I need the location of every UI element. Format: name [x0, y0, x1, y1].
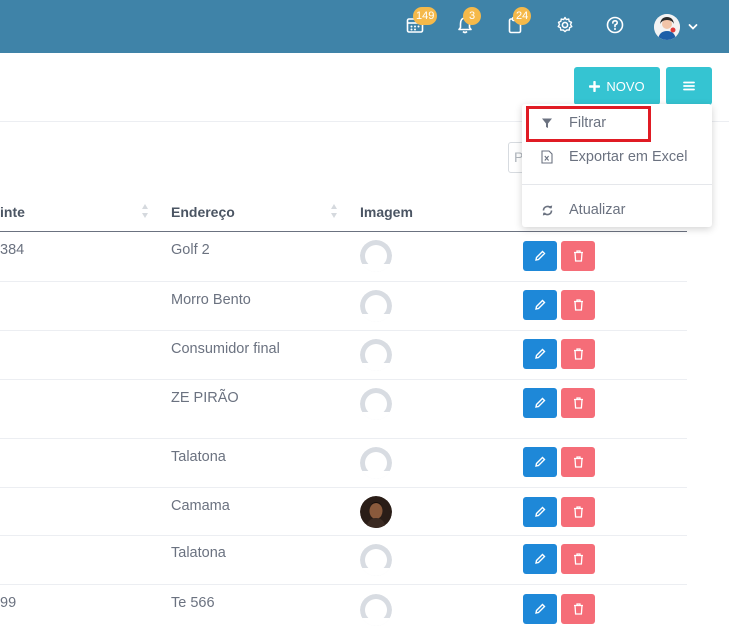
edit-button[interactable] [523, 447, 557, 477]
table-row: ZE PIRÃO [0, 380, 687, 439]
sort-icon[interactable] [330, 202, 338, 220]
notifications-button[interactable]: 3 [454, 7, 481, 36]
pencil-icon [535, 397, 546, 408]
cell-partial: 99 [0, 595, 17, 611]
menu-item-filter[interactable]: Filtrar [522, 108, 712, 138]
edit-button[interactable] [523, 339, 557, 369]
menu-item-label: Atualizar [569, 202, 626, 218]
cell-partial: 384 [0, 242, 25, 258]
trash-icon [573, 348, 583, 360]
cell-address: Camama [171, 498, 230, 514]
delete-button[interactable] [561, 544, 595, 574]
table-row: Talatona [0, 439, 687, 488]
menu-divider [522, 184, 712, 185]
calendar-button[interactable]: 149 [404, 7, 438, 36]
delete-button[interactable] [561, 339, 595, 369]
column-header-address[interactable]: Endereço [171, 204, 235, 220]
new-button[interactable]: NOVO [574, 67, 660, 105]
pencil-icon [535, 250, 546, 261]
trash-icon [573, 456, 583, 468]
notifications-badge: 3 [463, 7, 481, 25]
menu-item-label: Exportar em Excel [569, 149, 688, 165]
sort-icon[interactable] [141, 202, 149, 220]
pencil-icon [535, 348, 546, 359]
delete-button[interactable] [561, 290, 595, 320]
excel-icon [540, 150, 554, 164]
actions-menu-button[interactable] [666, 67, 712, 105]
actions-dropdown: Filtrar Exportar em Excel Atualizar [522, 104, 712, 227]
filter-icon [540, 116, 554, 130]
default-avatar-image [360, 240, 392, 272]
plus-icon [589, 80, 601, 92]
table-row: Talatona [0, 536, 687, 585]
trash-icon [573, 553, 583, 565]
user-menu[interactable] [654, 14, 704, 40]
help-icon [606, 16, 624, 34]
cell-address: Te 566 [171, 595, 215, 611]
table-row: Morro Bento [0, 282, 687, 331]
documents-badge: 24 [513, 7, 532, 25]
table-row: 99 Te 566 [0, 585, 687, 635]
edit-button[interactable] [523, 388, 557, 418]
default-avatar-image [360, 544, 392, 576]
refresh-icon [540, 203, 554, 217]
settings-button[interactable] [554, 14, 576, 36]
trash-icon [573, 299, 583, 311]
trash-icon [573, 397, 583, 409]
trash-icon [573, 506, 583, 518]
user-avatar [654, 14, 680, 40]
pencil-icon [535, 603, 546, 614]
gear-icon [557, 16, 573, 33]
user-photo-image [360, 496, 392, 528]
default-avatar-image [360, 594, 392, 626]
default-avatar-image [360, 447, 392, 479]
new-button-label: NOVO [606, 78, 645, 94]
pencil-icon [535, 299, 546, 310]
help-button[interactable] [604, 14, 626, 36]
edit-button[interactable] [523, 497, 557, 527]
trash-icon [573, 250, 583, 262]
pencil-icon [535, 553, 546, 564]
data-table: inte Endereço Imagem 384 Golf 2 Morro Be… [0, 192, 687, 635]
calendar-badge: 149 [413, 7, 438, 25]
edit-button[interactable] [523, 241, 557, 271]
menu-item-export-excel[interactable]: Exportar em Excel [522, 142, 712, 172]
pencil-icon [535, 506, 546, 517]
menu-item-label: Filtrar [569, 115, 607, 131]
default-avatar-image [360, 290, 392, 322]
cell-address: Consumidor final [171, 341, 280, 357]
documents-button[interactable]: 24 [504, 7, 532, 36]
cell-address: Talatona [171, 545, 226, 561]
column-header-image: Imagem [360, 204, 413, 220]
delete-button[interactable] [561, 594, 595, 624]
cell-address: ZE PIRÃO [171, 390, 239, 406]
edit-button[interactable] [523, 594, 557, 624]
top-navbar: 149 3 24 [0, 0, 729, 53]
delete-button[interactable] [561, 497, 595, 527]
cell-address: Morro Bento [171, 292, 251, 308]
table-row: Camama [0, 488, 687, 536]
column-header-partial[interactable]: inte [0, 204, 25, 220]
default-avatar-image [360, 388, 392, 420]
trash-icon [573, 603, 583, 615]
delete-button[interactable] [561, 241, 595, 271]
default-avatar-image [360, 339, 392, 371]
edit-button[interactable] [523, 290, 557, 320]
pencil-icon [535, 456, 546, 467]
edit-button[interactable] [523, 544, 557, 574]
cell-address: Talatona [171, 449, 226, 465]
hamburger-icon [683, 81, 695, 91]
chevron-down-icon [688, 24, 698, 30]
cell-address: Golf 2 [171, 242, 210, 258]
table-row: Consumidor final [0, 331, 687, 380]
menu-item-refresh[interactable]: Atualizar [522, 195, 712, 225]
delete-button[interactable] [561, 447, 595, 477]
delete-button[interactable] [561, 388, 595, 418]
table-row: 384 Golf 2 [0, 232, 687, 282]
